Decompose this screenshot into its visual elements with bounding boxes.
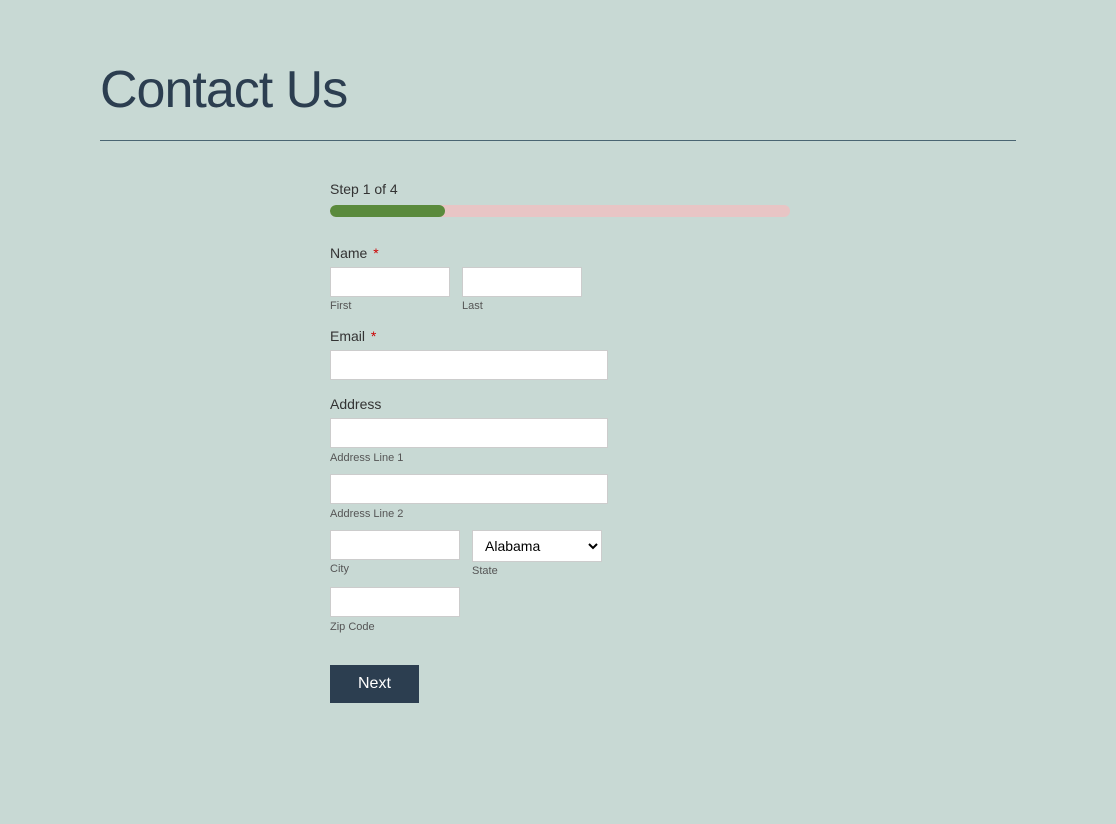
address-line1-input[interactable] <box>330 418 608 448</box>
state-select[interactable]: Alabama Alaska Arizona Arkansas Californ… <box>472 530 602 562</box>
last-name-input[interactable] <box>462 267 582 297</box>
state-label: State <box>472 565 602 577</box>
address-line2-input[interactable] <box>330 474 608 504</box>
zip-label: Zip Code <box>330 621 810 633</box>
email-label: Email * <box>330 328 810 344</box>
email-input[interactable] <box>330 350 608 380</box>
page-title: Contact Us <box>100 60 1016 120</box>
first-name-wrapper: First <box>330 267 450 312</box>
step-label: Step 1 of 4 <box>330 181 810 197</box>
address-line1-label: Address Line 1 <box>330 452 810 464</box>
zip-input[interactable] <box>330 587 460 617</box>
first-name-label: First <box>330 300 450 312</box>
form-container: Step 1 of 4 Name * First Last <box>330 181 810 703</box>
state-wrapper: Alabama Alaska Arizona Arkansas Californ… <box>472 530 602 577</box>
zip-wrapper: Zip Code <box>330 587 810 633</box>
progress-bar-fill <box>330 205 445 217</box>
name-row: First Last <box>330 267 810 312</box>
city-state-row: City Alabama Alaska Arizona Arkansas Cal… <box>330 530 810 577</box>
email-field-group: Email * <box>330 328 810 380</box>
name-required-indicator: * <box>369 245 378 261</box>
last-name-label: Last <box>462 300 582 312</box>
address-line2-label: Address Line 2 <box>330 508 810 520</box>
name-field-group: Name * First Last <box>330 245 810 312</box>
last-name-wrapper: Last <box>462 267 582 312</box>
city-wrapper: City <box>330 530 460 577</box>
page-container: Contact Us Step 1 of 4 Name * First Last <box>0 0 1116 763</box>
next-button[interactable]: Next <box>330 665 419 703</box>
first-name-input[interactable] <box>330 267 450 297</box>
progress-bar-container <box>330 205 790 217</box>
email-required-indicator: * <box>367 328 376 344</box>
address-field-group: Address Address Line 1 Address Line 2 Ci… <box>330 396 810 633</box>
page-divider <box>100 140 1016 141</box>
city-input[interactable] <box>330 530 460 560</box>
city-label: City <box>330 563 460 575</box>
name-label: Name * <box>330 245 810 261</box>
address-label: Address <box>330 396 810 412</box>
